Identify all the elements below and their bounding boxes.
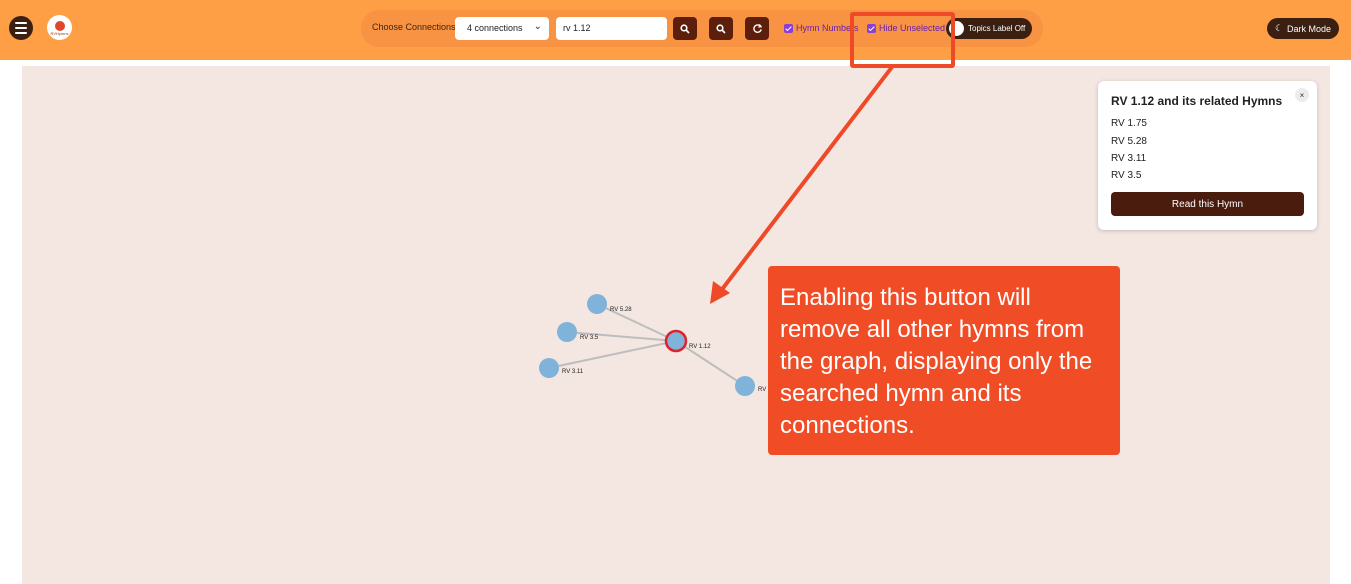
node-label: RV 3.11 (562, 369, 584, 375)
close-icon[interactable]: × (1295, 88, 1309, 102)
node-label: RV 5.28 (610, 307, 632, 313)
node-label: RV 3.5 (580, 335, 599, 341)
related-hymn-item[interactable]: RV 1.75 (1111, 118, 1147, 129)
related-hymn-item[interactable]: RV 3.11 (1111, 153, 1146, 164)
graph-node[interactable] (735, 376, 755, 396)
read-hymn-button[interactable]: Read this Hymn (1111, 192, 1304, 216)
related-hymn-item[interactable]: RV 5.28 (1111, 136, 1147, 147)
selected-graph-node[interactable] (664, 329, 688, 353)
annotation-arrow (718, 65, 894, 294)
graph-edge (548, 340, 677, 369)
node-label: RV (758, 387, 766, 393)
graph-node[interactable] (557, 322, 577, 342)
graph-node[interactable] (587, 294, 607, 314)
graph-node[interactable] (539, 358, 559, 378)
selected-node-label: RV 1.12 (689, 344, 711, 350)
annotation-highlight-box (850, 12, 955, 68)
card-title: RV 1.12 and its related Hymns (1111, 94, 1283, 108)
annotation-callout: Enabling this button will remove all oth… (768, 266, 1120, 455)
related-hymn-item[interactable]: RV 3.5 (1111, 170, 1141, 181)
